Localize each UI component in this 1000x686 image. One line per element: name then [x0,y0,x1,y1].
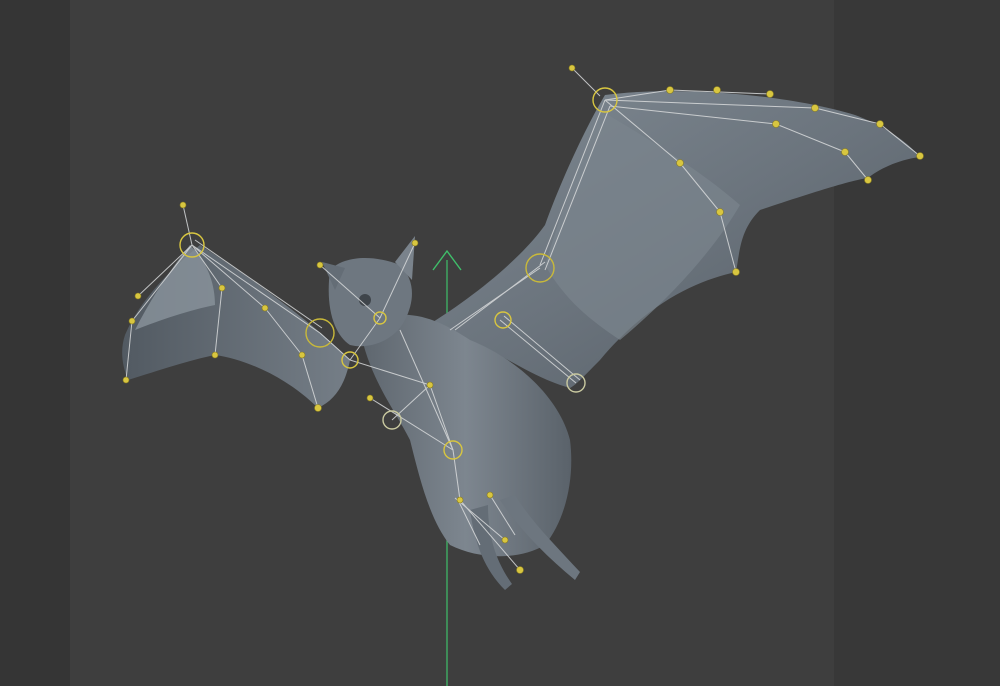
3d-viewport[interactable] [0,0,1000,686]
left-wing-membrane [122,245,350,408]
bat-model-scene[interactable] [0,0,1000,686]
